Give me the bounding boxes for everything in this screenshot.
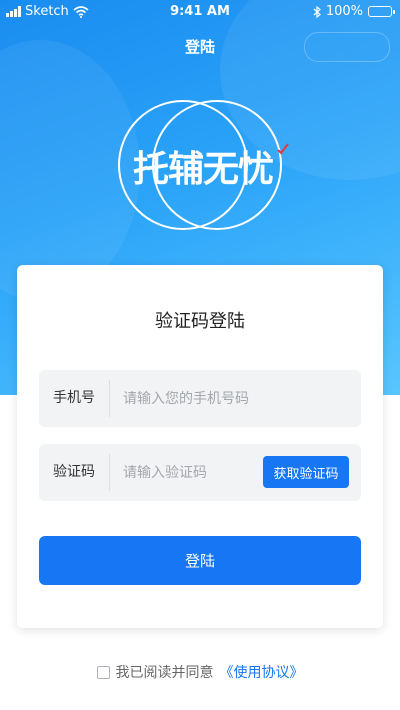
phone-label: 手机号: [53, 390, 95, 406]
battery-percent: 100%: [325, 4, 363, 19]
card-title: 验证码登陆: [155, 311, 245, 332]
get-code-button[interactable]: 获取验证码: [263, 456, 349, 488]
login-button[interactable]: 登陆: [39, 536, 361, 585]
battery-icon: [368, 6, 395, 17]
field-divider: [109, 454, 110, 491]
code-label: 验证码: [53, 464, 95, 480]
phone-input[interactable]: [123, 370, 348, 427]
agreement-row: 我已阅读并同意 《使用协议》: [0, 662, 400, 682]
agreement-checkbox[interactable]: [96, 665, 110, 679]
code-field: 验证码 获取验证码: [39, 444, 361, 501]
field-divider: [109, 380, 110, 417]
nav-capsule-button[interactable]: [304, 32, 390, 62]
bluetooth-icon: [313, 5, 321, 18]
code-input[interactable]: [123, 444, 229, 501]
app-logo: 托辅无忧: [108, 100, 298, 230]
logo-text: 托辅无忧: [132, 149, 274, 190]
checkmark-icon: [277, 143, 289, 155]
agreement-text: 我已阅读并同意: [115, 665, 214, 681]
login-card: 验证码登陆 手机号 验证码 获取验证码 登陆: [17, 265, 383, 628]
phone-field: 手机号: [39, 370, 361, 427]
status-bar: Sketch 9:41 AM 100%: [0, 0, 400, 24]
terms-link[interactable]: 《使用协议》: [220, 662, 304, 682]
